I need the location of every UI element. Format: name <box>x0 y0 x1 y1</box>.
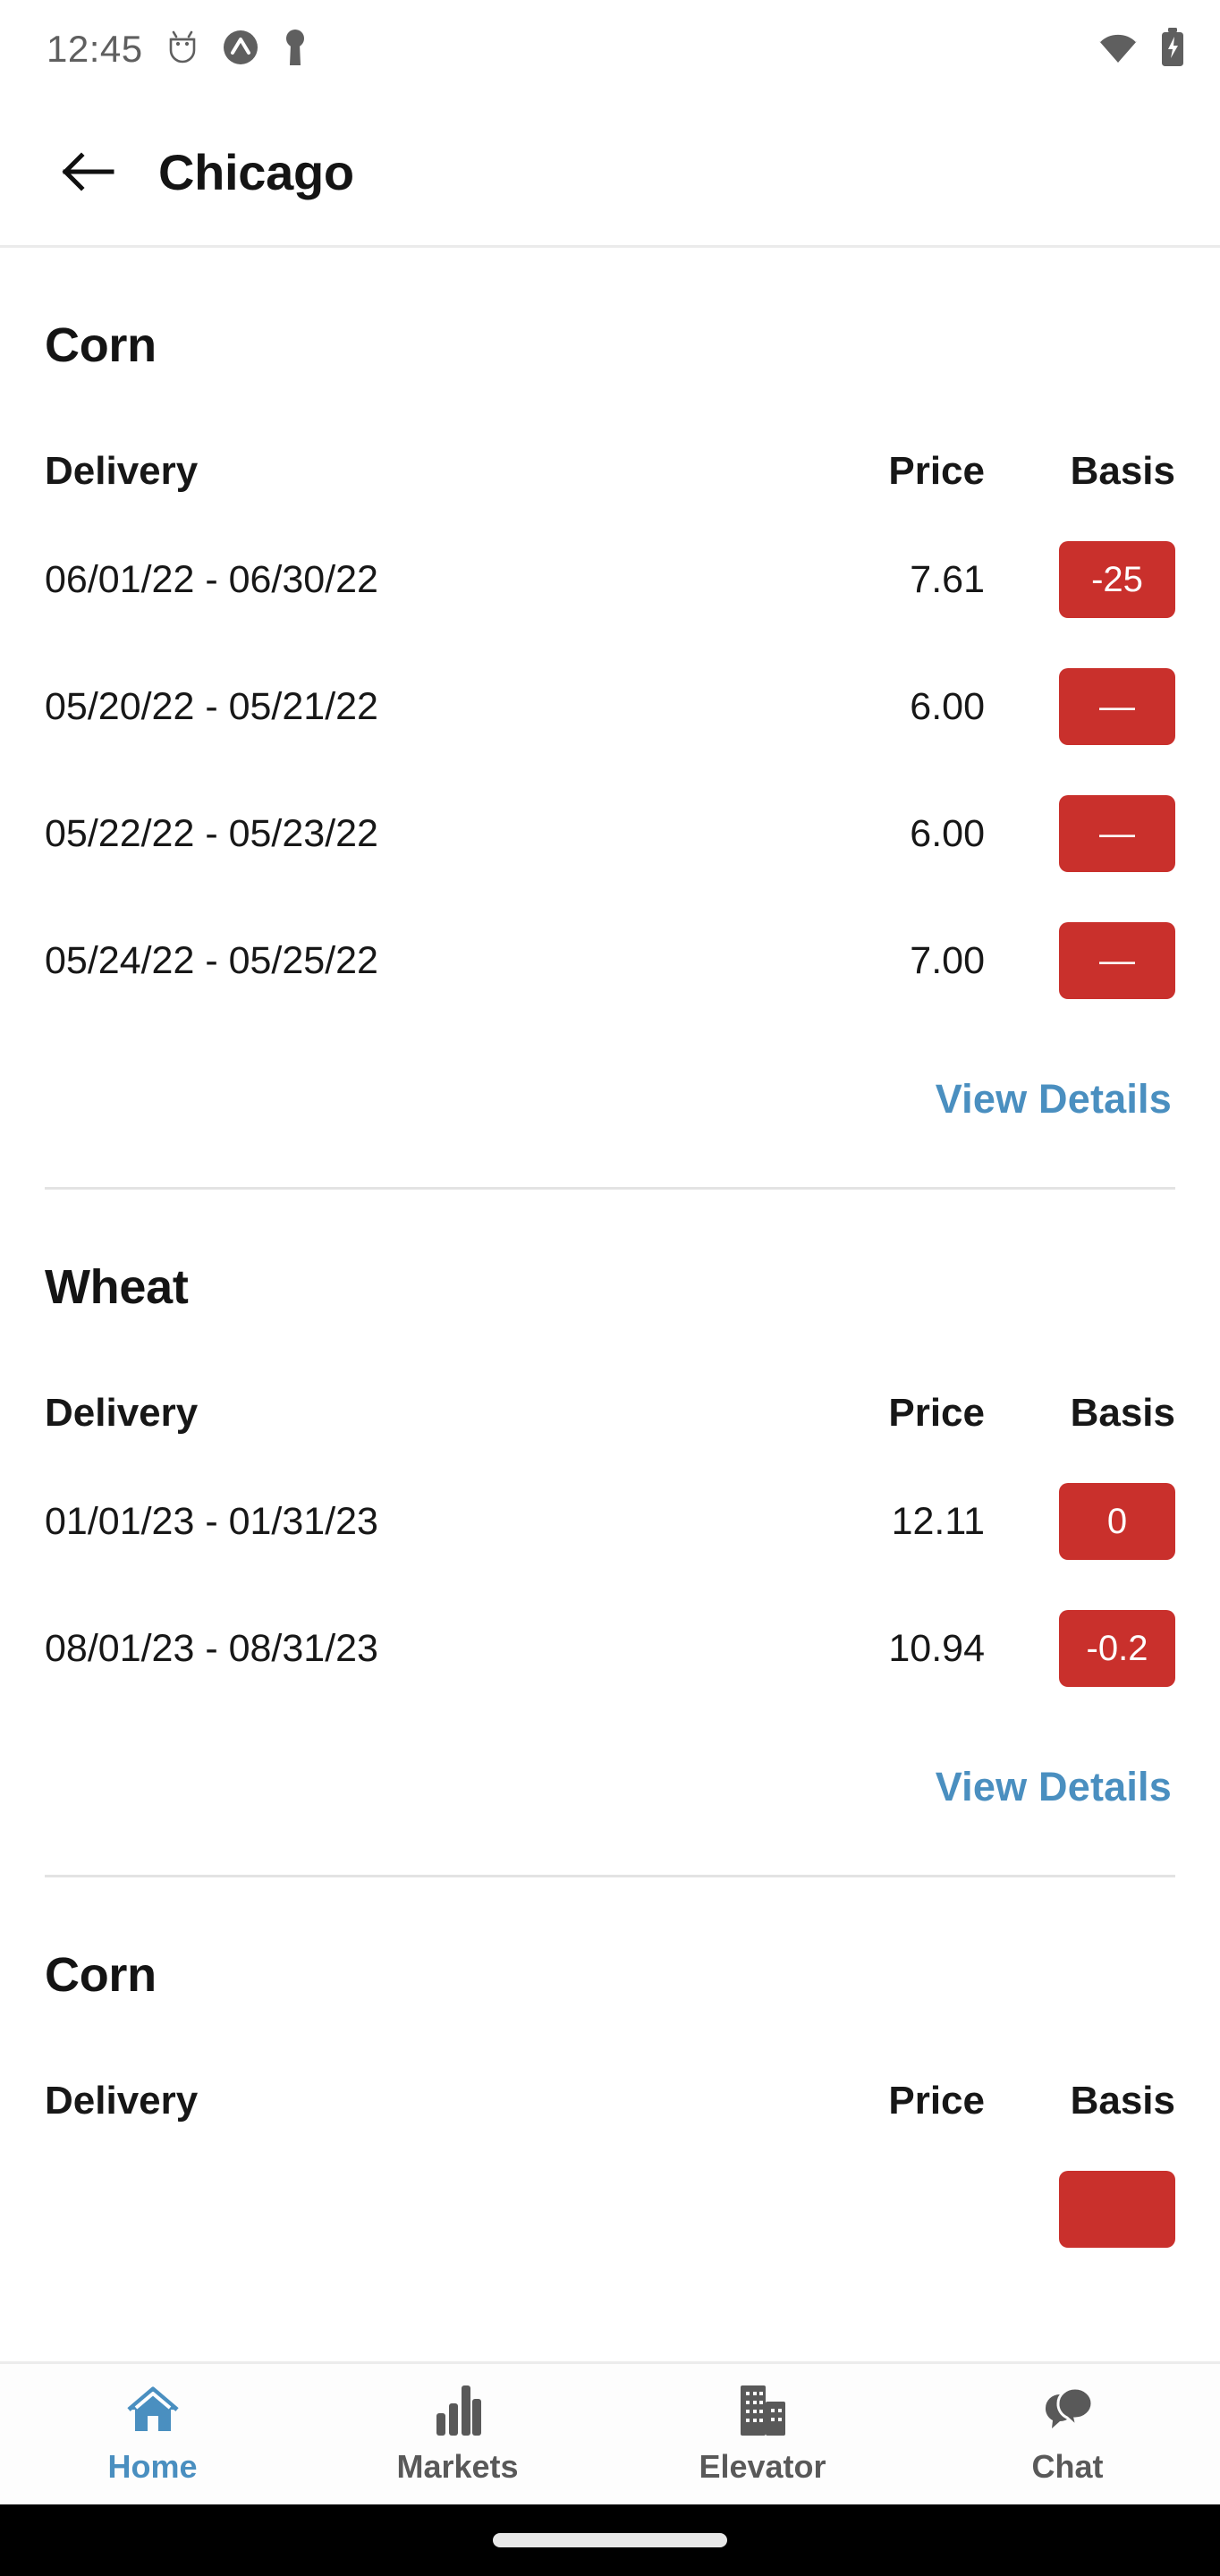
cell-price: 12.11 <box>891 1499 985 1543</box>
nav-label: Home <box>107 2448 198 2485</box>
view-details-row: View Details <box>45 1712 1175 1810</box>
basis-badge: 0 <box>1059 1483 1175 1560</box>
view-details-link[interactable]: View Details <box>936 1764 1172 1810</box>
view-details-link[interactable]: View Details <box>936 1076 1172 1123</box>
cell-delivery: 01/01/23 - 01/31/23 <box>45 1499 378 1543</box>
cell-price: 7.61 <box>910 557 985 601</box>
commodity-section-corn-1: Corn Delivery Price Basis 06/01/22 - 06/… <box>0 248 1220 1123</box>
table-row[interactable]: 08/01/23 - 08/31/23 10.94 -0.2 <box>45 1585 1175 1712</box>
view-details-row: View Details <box>45 1024 1175 1123</box>
battery-charging-icon <box>1159 27 1186 72</box>
key-icon <box>283 28 308 72</box>
quote-table: Delivery Price Basis 01/01/23 - 01/31/23… <box>45 1368 1175 1712</box>
cell-basis: -25 <box>998 541 1175 618</box>
bar-chart-icon <box>436 2385 481 2436</box>
table-row[interactable]: 01/01/23 - 01/31/23 12.11 0 <box>45 1458 1175 1585</box>
cell-basis <box>998 2171 1175 2248</box>
nav-label: Markets <box>396 2448 519 2485</box>
table-row[interactable]: 05/22/22 - 05/23/22 6.00 — <box>45 770 1175 897</box>
nav-label: Chat <box>1031 2448 1104 2485</box>
nav-label: Elevator <box>699 2448 826 2485</box>
table-row[interactable]: 05/20/22 - 05/21/22 6.00 — <box>45 643 1175 770</box>
commodity-title: Corn <box>45 1948 157 2002</box>
quotes-scroll-area[interactable]: Corn Delivery Price Basis 06/01/22 - 06/… <box>0 248 1220 2361</box>
commodity-section-corn-2: Corn Delivery Price Basis <box>0 1877 1220 2273</box>
column-header-basis: Basis <box>1070 449 1175 493</box>
phone-screen: 12:45 Chicago Corn Delivery Price Basis … <box>0 0 1220 2576</box>
basis-badge: -25 <box>1059 541 1175 618</box>
cell-price: 6.00 <box>910 811 985 855</box>
table-row[interactable] <box>45 2146 1175 2273</box>
table-header-row: Delivery Price Basis <box>45 1368 1175 1458</box>
app-bar: Chicago <box>0 98 1220 248</box>
wifi-icon <box>1097 30 1140 70</box>
basis-badge <box>1059 2171 1175 2248</box>
table-header-row: Delivery Price Basis <box>45 2056 1175 2146</box>
column-header-price: Price <box>888 2079 985 2123</box>
cell-delivery: 05/22/22 - 05/23/22 <box>45 811 378 855</box>
table-row[interactable]: 05/24/22 - 05/25/22 7.00 — <box>45 897 1175 1024</box>
cell-delivery: 08/01/23 - 08/31/23 <box>45 1626 378 1670</box>
nav-item-home[interactable]: Home <box>0 2364 305 2486</box>
nav-item-markets[interactable]: Markets <box>305 2364 610 2486</box>
cell-price: 10.94 <box>888 1626 985 1670</box>
back-button[interactable] <box>39 123 136 220</box>
basis-badge: — <box>1059 668 1175 745</box>
basis-badge: -0.2 <box>1059 1610 1175 1687</box>
buildings-icon <box>740 2385 785 2436</box>
android-debug-icon <box>166 29 199 71</box>
cell-price: 6.00 <box>910 684 985 728</box>
column-header-delivery: Delivery <box>45 449 199 493</box>
nav-item-chat[interactable]: Chat <box>915 2364 1220 2486</box>
home-icon <box>126 2386 179 2431</box>
quote-table: Delivery Price Basis 06/01/22 - 06/30/22… <box>45 427 1175 1024</box>
commodity-section-wheat: Wheat Delivery Price Basis 01/01/23 - 01… <box>0 1190 1220 1810</box>
cell-basis: -0.2 <box>998 1610 1175 1687</box>
cell-price: 7.00 <box>910 938 985 982</box>
cell-basis: — <box>998 922 1175 999</box>
column-header-basis: Basis <box>1070 1391 1175 1435</box>
column-header-delivery: Delivery <box>45 2079 199 2123</box>
column-header-basis: Basis <box>1070 2079 1175 2123</box>
cell-delivery: 06/01/22 - 06/30/22 <box>45 557 378 601</box>
arrow-left-icon <box>62 152 114 191</box>
bottom-navigation-bar: Home Markets Elevator Chat <box>0 2361 1220 2504</box>
basis-badge: — <box>1059 922 1175 999</box>
commodity-title: Corn <box>45 318 157 372</box>
status-bar-left: 12:45 <box>47 28 308 72</box>
column-header-price: Price <box>888 449 985 493</box>
cell-basis: 0 <box>998 1483 1175 1560</box>
app-badge-icon <box>222 29 259 71</box>
chat-bubbles-icon <box>1045 2386 1094 2431</box>
system-gesture-bar <box>0 2504 1220 2576</box>
status-bar-right <box>1097 27 1186 72</box>
cell-delivery: 05/24/22 - 05/25/22 <box>45 938 378 982</box>
table-row[interactable]: 06/01/22 - 06/30/22 7.61 -25 <box>45 516 1175 643</box>
column-header-delivery: Delivery <box>45 1391 199 1435</box>
cell-basis: — <box>998 668 1175 745</box>
cell-basis: — <box>998 795 1175 872</box>
table-header-row: Delivery Price Basis <box>45 427 1175 516</box>
status-bar-clock: 12:45 <box>47 28 143 70</box>
commodity-title: Wheat <box>45 1260 189 1314</box>
quote-table: Delivery Price Basis <box>45 2056 1175 2273</box>
nav-item-elevator[interactable]: Elevator <box>610 2364 915 2486</box>
page-title: Chicago <box>158 143 354 200</box>
basis-badge: — <box>1059 795 1175 872</box>
gesture-handle[interactable] <box>493 2533 727 2547</box>
column-header-price: Price <box>888 1391 985 1435</box>
status-bar: 12:45 <box>0 0 1220 98</box>
cell-delivery: 05/20/22 - 05/21/22 <box>45 684 378 728</box>
